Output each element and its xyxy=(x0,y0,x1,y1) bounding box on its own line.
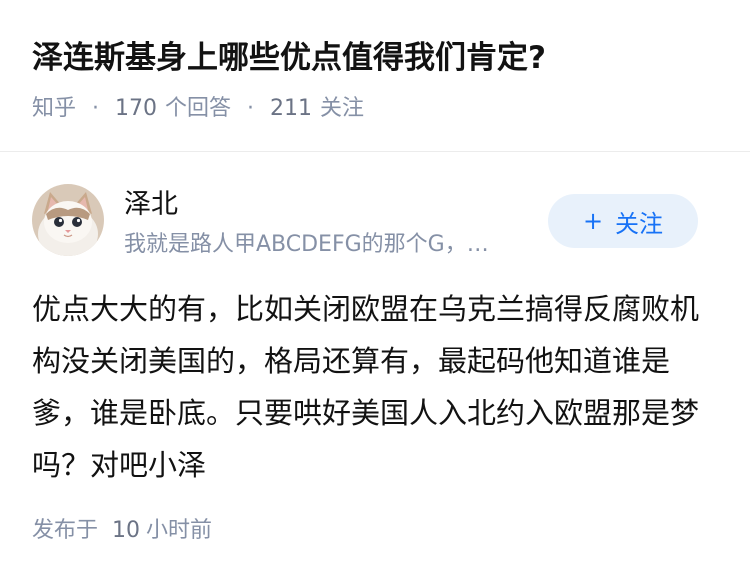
follow-button-label: 关注 xyxy=(615,209,664,238)
publish-time-unit: 小时前 xyxy=(146,518,213,543)
publish-prefix: 发布于 xyxy=(32,518,99,543)
publish-time-value: 10 xyxy=(112,518,141,543)
separator-dot: · xyxy=(92,96,100,121)
follow-button[interactable]: + 关注 xyxy=(548,194,698,248)
answer-page: 泽连斯基身上哪些优点值得我们肯定? 知乎 · 170 个回答 · 211 关注 … xyxy=(0,0,750,582)
cat-avatar-icon[interactable] xyxy=(32,184,104,256)
author-bio: 我就是路人甲ABCDEFG的那个G，… xyxy=(124,232,489,257)
publish-time: 发布于 10 小时前 xyxy=(32,514,212,548)
author-name[interactable]: 泽北 xyxy=(124,186,178,224)
question-title[interactable]: 泽连斯基身上哪些优点值得我们肯定? xyxy=(32,36,722,80)
follower-count-label[interactable]: 关注 xyxy=(320,92,364,126)
section-divider xyxy=(0,151,750,152)
answer-count: 170 xyxy=(115,96,158,121)
question-meta: 知乎 · 170 个回答 · 211 关注 xyxy=(32,92,364,126)
source-label[interactable]: 知乎 xyxy=(32,92,76,126)
separator-dot: · xyxy=(247,96,255,121)
plus-icon: + xyxy=(582,207,604,235)
answer-count-label[interactable]: 个回答 xyxy=(165,92,231,126)
follower-count: 211 xyxy=(270,96,313,121)
answer-content: 优点大大的有，比如关闭欧盟在乌克兰搞得反腐败机构没关闭美国的，格局还算有，最起码… xyxy=(32,292,700,482)
